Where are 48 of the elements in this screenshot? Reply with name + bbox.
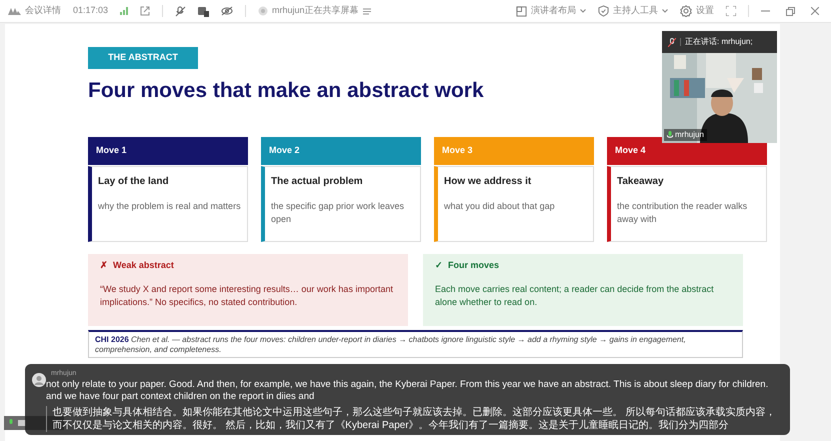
- mute-icon[interactable]: [175, 6, 186, 16]
- signal-icon: [120, 7, 128, 15]
- reference-text: CHI 2026 Chen et al. — abstract runs the four moves: children under-report in diaries → chatbots ignore linguistic style → add a rhyming style → gains in engagement, comprehension, and completeness.: [95, 335, 687, 355]
- shield-icon: [598, 5, 609, 17]
- move-title: How we address it: [444, 175, 532, 189]
- caption-chinese: 也要做到抽象与具体相结合。如果你能在其他论文中运用这些句子，那么这些句子就应该去掉。已删除。这部分应该更具体一些。 所以每句话都应该承载实质内容，而不仅仅是与论文相关的内容。很好。 然后，比如，我们又有了《Kyberai Paper》。今年我们有了一篇摘要。这是关于儿童睡眠日记的。我们分为四部分: [52, 406, 776, 432]
- speaking-label: 正在讲话: mrhujun;: [685, 36, 753, 48]
- move-title: Lay of the land: [98, 175, 170, 189]
- move-header: Move 3: [434, 137, 594, 165]
- verdict-heading: ✗ Weak abstract: [100, 259, 175, 272]
- verdict-text: Each move carries real content; a reader can decide from the abstract alone whether to read on.: [435, 282, 715, 308]
- meeting-timer: 01:17:03: [73, 4, 108, 18]
- list-icon[interactable]: [362, 8, 371, 14]
- move-description: why the problem is real and matters: [98, 200, 242, 213]
- sharer-label: mrhujun正在共享屏幕: [272, 4, 359, 18]
- layout-button[interactable]: 演讲者布局: [516, 4, 586, 18]
- meeting-details-link[interactable]: 会议详情: [25, 4, 61, 18]
- chevron-down-icon: [662, 9, 668, 13]
- move-description: the specific gap prior work leaves open: [271, 200, 406, 226]
- muted-mic-icon: [668, 38, 676, 46]
- chevron-down-icon: [580, 9, 586, 13]
- caption-english: not only relate to your paper. Good. And then, for example, we have this again, the Kyberai Paper. From this year we have an abstract. This is about sleep diary for children. and we have four part context children on the report in diies and: [46, 379, 770, 403]
- move-title: Takeaway: [617, 175, 665, 189]
- hidden-eye-icon[interactable]: [221, 6, 234, 16]
- move-description: the contribution the reader walks away with: [617, 200, 748, 226]
- close-icon[interactable]: [811, 7, 819, 15]
- settings-icon: [680, 5, 692, 17]
- minimize-icon[interactable]: [761, 10, 770, 12]
- sharer-status-icon: [258, 6, 268, 16]
- verdict-heading: ✓ Four moves: [435, 259, 500, 272]
- logo-icon: [8, 7, 21, 15]
- mic-icon: [8, 419, 14, 427]
- external-link-icon[interactable]: [140, 6, 150, 16]
- host-tools-button[interactable]: 主持人工具: [598, 4, 668, 18]
- section-badge: THE ABSTRACT: [88, 47, 198, 69]
- settings-button[interactable]: 设置: [680, 4, 714, 18]
- move-header: Move 1: [88, 137, 248, 165]
- move-title: The actual problem: [271, 175, 364, 189]
- screen-share-icon[interactable]: [198, 6, 210, 16]
- avatar-icon: [32, 373, 46, 387]
- mic-icon: [667, 131, 673, 139]
- verdict-text: “We study X and report some interesting results… our work has important implications.” No specifics, no stated contribution.: [100, 282, 394, 308]
- move-description: what you did about that gap: [444, 200, 556, 213]
- restore-icon[interactable]: [786, 6, 795, 16]
- layout-icon: [516, 6, 527, 16]
- fullscreen-icon[interactable]: [726, 6, 736, 16]
- move-header: Move 2: [261, 137, 421, 165]
- slide-title: Four moves that make an abstract work: [88, 78, 485, 104]
